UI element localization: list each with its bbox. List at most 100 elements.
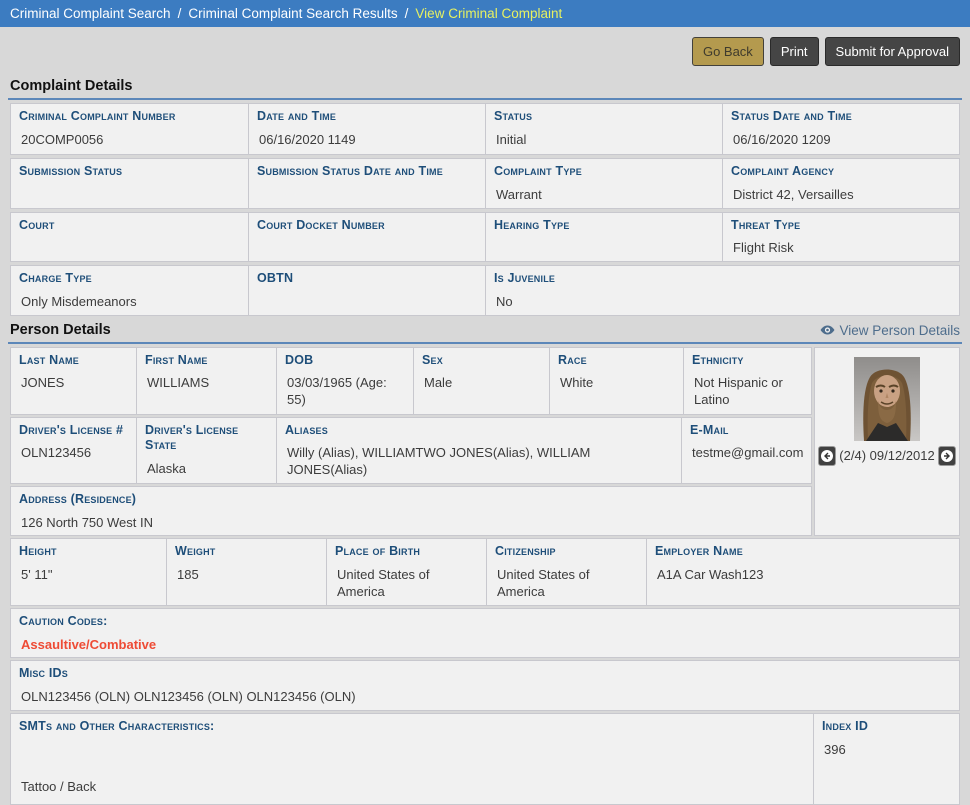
eye-icon <box>820 324 835 336</box>
breadcrumb: Criminal Complaint Search / Criminal Com… <box>0 0 970 27</box>
field-value: Warrant <box>494 187 714 204</box>
field-value: White <box>558 375 675 392</box>
field-label: Caution Codes: <box>19 614 951 630</box>
field-race: Race White <box>549 348 683 414</box>
person-row: Driver's License # OLN123456 Driver's Li… <box>10 417 812 484</box>
field-label: Status <box>494 109 714 125</box>
field-court: Court <box>11 213 248 262</box>
field-label: Court Docket Number <box>257 218 477 234</box>
breadcrumb-link-search[interactable]: Criminal Complaint Search <box>10 6 171 21</box>
field-label: Submission Status <box>19 164 240 180</box>
field-value: Initial <box>494 132 714 149</box>
breadcrumb-link-search-results[interactable]: Criminal Complaint Search Results <box>188 6 397 21</box>
view-person-details-label: View Person Details <box>839 323 960 338</box>
field-label: Court <box>19 218 240 234</box>
field-value: Not Hispanic or Latino <box>692 375 803 409</box>
field-obtn: OBTN <box>248 266 485 315</box>
field-label: DOB <box>285 353 405 369</box>
field-label: Threat Type <box>731 218 951 234</box>
field-label: Hearing Type <box>494 218 714 234</box>
previous-photo-button[interactable] <box>818 446 836 466</box>
field-label: Is Juvenile <box>494 271 951 287</box>
field-caution-codes: Caution Codes: Assaultive/Combative <box>11 609 959 658</box>
field-label: Weight <box>175 544 318 560</box>
field-value: 06/16/2020 1149 <box>257 132 477 149</box>
field-label: Charge Type <box>19 271 240 287</box>
person-details-grid: Last Name JONES First Name WILLIAMS DOB … <box>10 347 960 805</box>
field-submission-status-date-and-time: Submission Status Date and Time <box>248 159 485 208</box>
arrow-right-icon <box>940 449 954 463</box>
field-email: E-Mail testme@gmail.com <box>681 418 811 483</box>
field-misc-ids: Misc IDs OLN123456 (OLN) OLN123456 (OLN)… <box>11 661 959 710</box>
field-value: 396 <box>822 742 951 759</box>
complaint-row: Charge Type Only Misdemeanors OBTN Is Ju… <box>10 265 960 316</box>
field-dob: DOB 03/03/1965 (Age: 55) <box>276 348 413 414</box>
person-row: Height 5' 11" Weight 185 Place of Birth … <box>10 538 960 605</box>
field-ethnicity: Ethnicity Not Hispanic or Latino <box>683 348 811 414</box>
field-threat-type: Threat Type Flight Risk <box>722 213 959 262</box>
complaint-row: Submission Status Submission Status Date… <box>10 158 960 209</box>
field-hearing-type: Hearing Type <box>485 213 722 262</box>
person-row: SMTs and Other Characteristics: Tattoo /… <box>10 713 960 805</box>
submit-for-approval-button[interactable]: Submit for Approval <box>825 37 960 66</box>
field-label: Driver's License # <box>19 423 128 439</box>
field-employer-name: Employer Name A1A Car Wash123 <box>646 539 959 604</box>
complaint-row: Criminal Complaint Number 20COMP0056 Dat… <box>10 103 960 155</box>
breadcrumb-separator: / <box>178 6 182 21</box>
caution-code-value: Assaultive/Combative <box>19 637 951 654</box>
field-value: A1A Car Wash123 <box>655 567 951 584</box>
field-label: Index ID <box>822 719 951 735</box>
field-label: Employer Name <box>655 544 951 560</box>
field-value: No <box>494 294 951 311</box>
field-label: Address (Residence) <box>19 492 803 508</box>
print-button[interactable]: Print <box>770 37 819 66</box>
field-complaint-agency: Complaint Agency District 42, Versailles <box>722 159 959 208</box>
field-last-name: Last Name JONES <box>11 348 136 414</box>
field-value: Willy (Alias), WILLIAMTWO JONES(Alias), … <box>285 445 673 479</box>
section-divider <box>8 342 962 344</box>
field-label: Submission Status Date and Time <box>257 164 477 180</box>
field-first-name: First Name WILLIAMS <box>136 348 276 414</box>
field-is-juvenile: Is Juvenile No <box>485 266 959 315</box>
field-value: testme@gmail.com <box>690 445 803 462</box>
field-label: Complaint Agency <box>731 164 951 180</box>
field-value: United States of America <box>495 567 638 601</box>
field-value: Only Misdemeanors <box>19 294 240 311</box>
field-value: 5' 11" <box>19 567 158 584</box>
field-label: Date and Time <box>257 109 477 125</box>
field-value: United States of America <box>335 567 478 601</box>
view-person-details-link[interactable]: View Person Details <box>820 323 960 338</box>
person-row: Caution Codes: Assaultive/Combative <box>10 608 960 659</box>
field-smts: SMTs and Other Characteristics: Tattoo /… <box>11 714 813 804</box>
next-photo-button[interactable] <box>938 446 956 466</box>
photo-caption: (2/4) 09/12/2012 <box>839 448 934 463</box>
field-status-date-and-time: Status Date and Time 06/16/2020 1209 <box>722 104 959 154</box>
field-label: OBTN <box>257 271 477 287</box>
field-aliases: Aliases Willy (Alias), WILLIAMTWO JONES(… <box>276 418 681 483</box>
field-label: Aliases <box>285 423 673 439</box>
breadcrumb-separator: / <box>405 6 409 21</box>
field-value: Male <box>422 375 541 392</box>
field-place-of-birth: Place of Birth United States of America <box>326 539 486 604</box>
field-value: OLN123456 <box>19 445 128 462</box>
field-label: Status Date and Time <box>731 109 951 125</box>
field-date-and-time: Date and Time 06/16/2020 1149 <box>248 104 485 154</box>
field-label: Height <box>19 544 158 560</box>
field-label: First Name <box>145 353 268 369</box>
go-back-button[interactable]: Go Back <box>692 37 764 66</box>
field-label: Ethnicity <box>692 353 803 369</box>
field-value: OLN123456 (OLN) OLN123456 (OLN) OLN12345… <box>19 689 951 706</box>
field-complaint-type: Complaint Type Warrant <box>485 159 722 208</box>
field-criminal-complaint-number: Criminal Complaint Number 20COMP0056 <box>11 104 248 154</box>
field-status: Status Initial <box>485 104 722 154</box>
field-value: 126 North 750 West IN <box>19 515 803 532</box>
field-value: WILLIAMS <box>145 375 268 392</box>
complaint-details-grid: Criminal Complaint Number 20COMP0056 Dat… <box>10 103 960 316</box>
person-photo-panel: (2/4) 09/12/2012 <box>814 347 960 537</box>
photo-pager: (2/4) 09/12/2012 <box>815 441 959 466</box>
breadcrumb-current-view-complaint: View Criminal Complaint <box>415 6 562 21</box>
field-value: Flight Risk <box>731 240 951 257</box>
field-submission-status: Submission Status <box>11 159 248 208</box>
person-row: Misc IDs OLN123456 (OLN) OLN123456 (OLN)… <box>10 660 960 711</box>
person-details-title: Person Details <box>10 322 111 338</box>
